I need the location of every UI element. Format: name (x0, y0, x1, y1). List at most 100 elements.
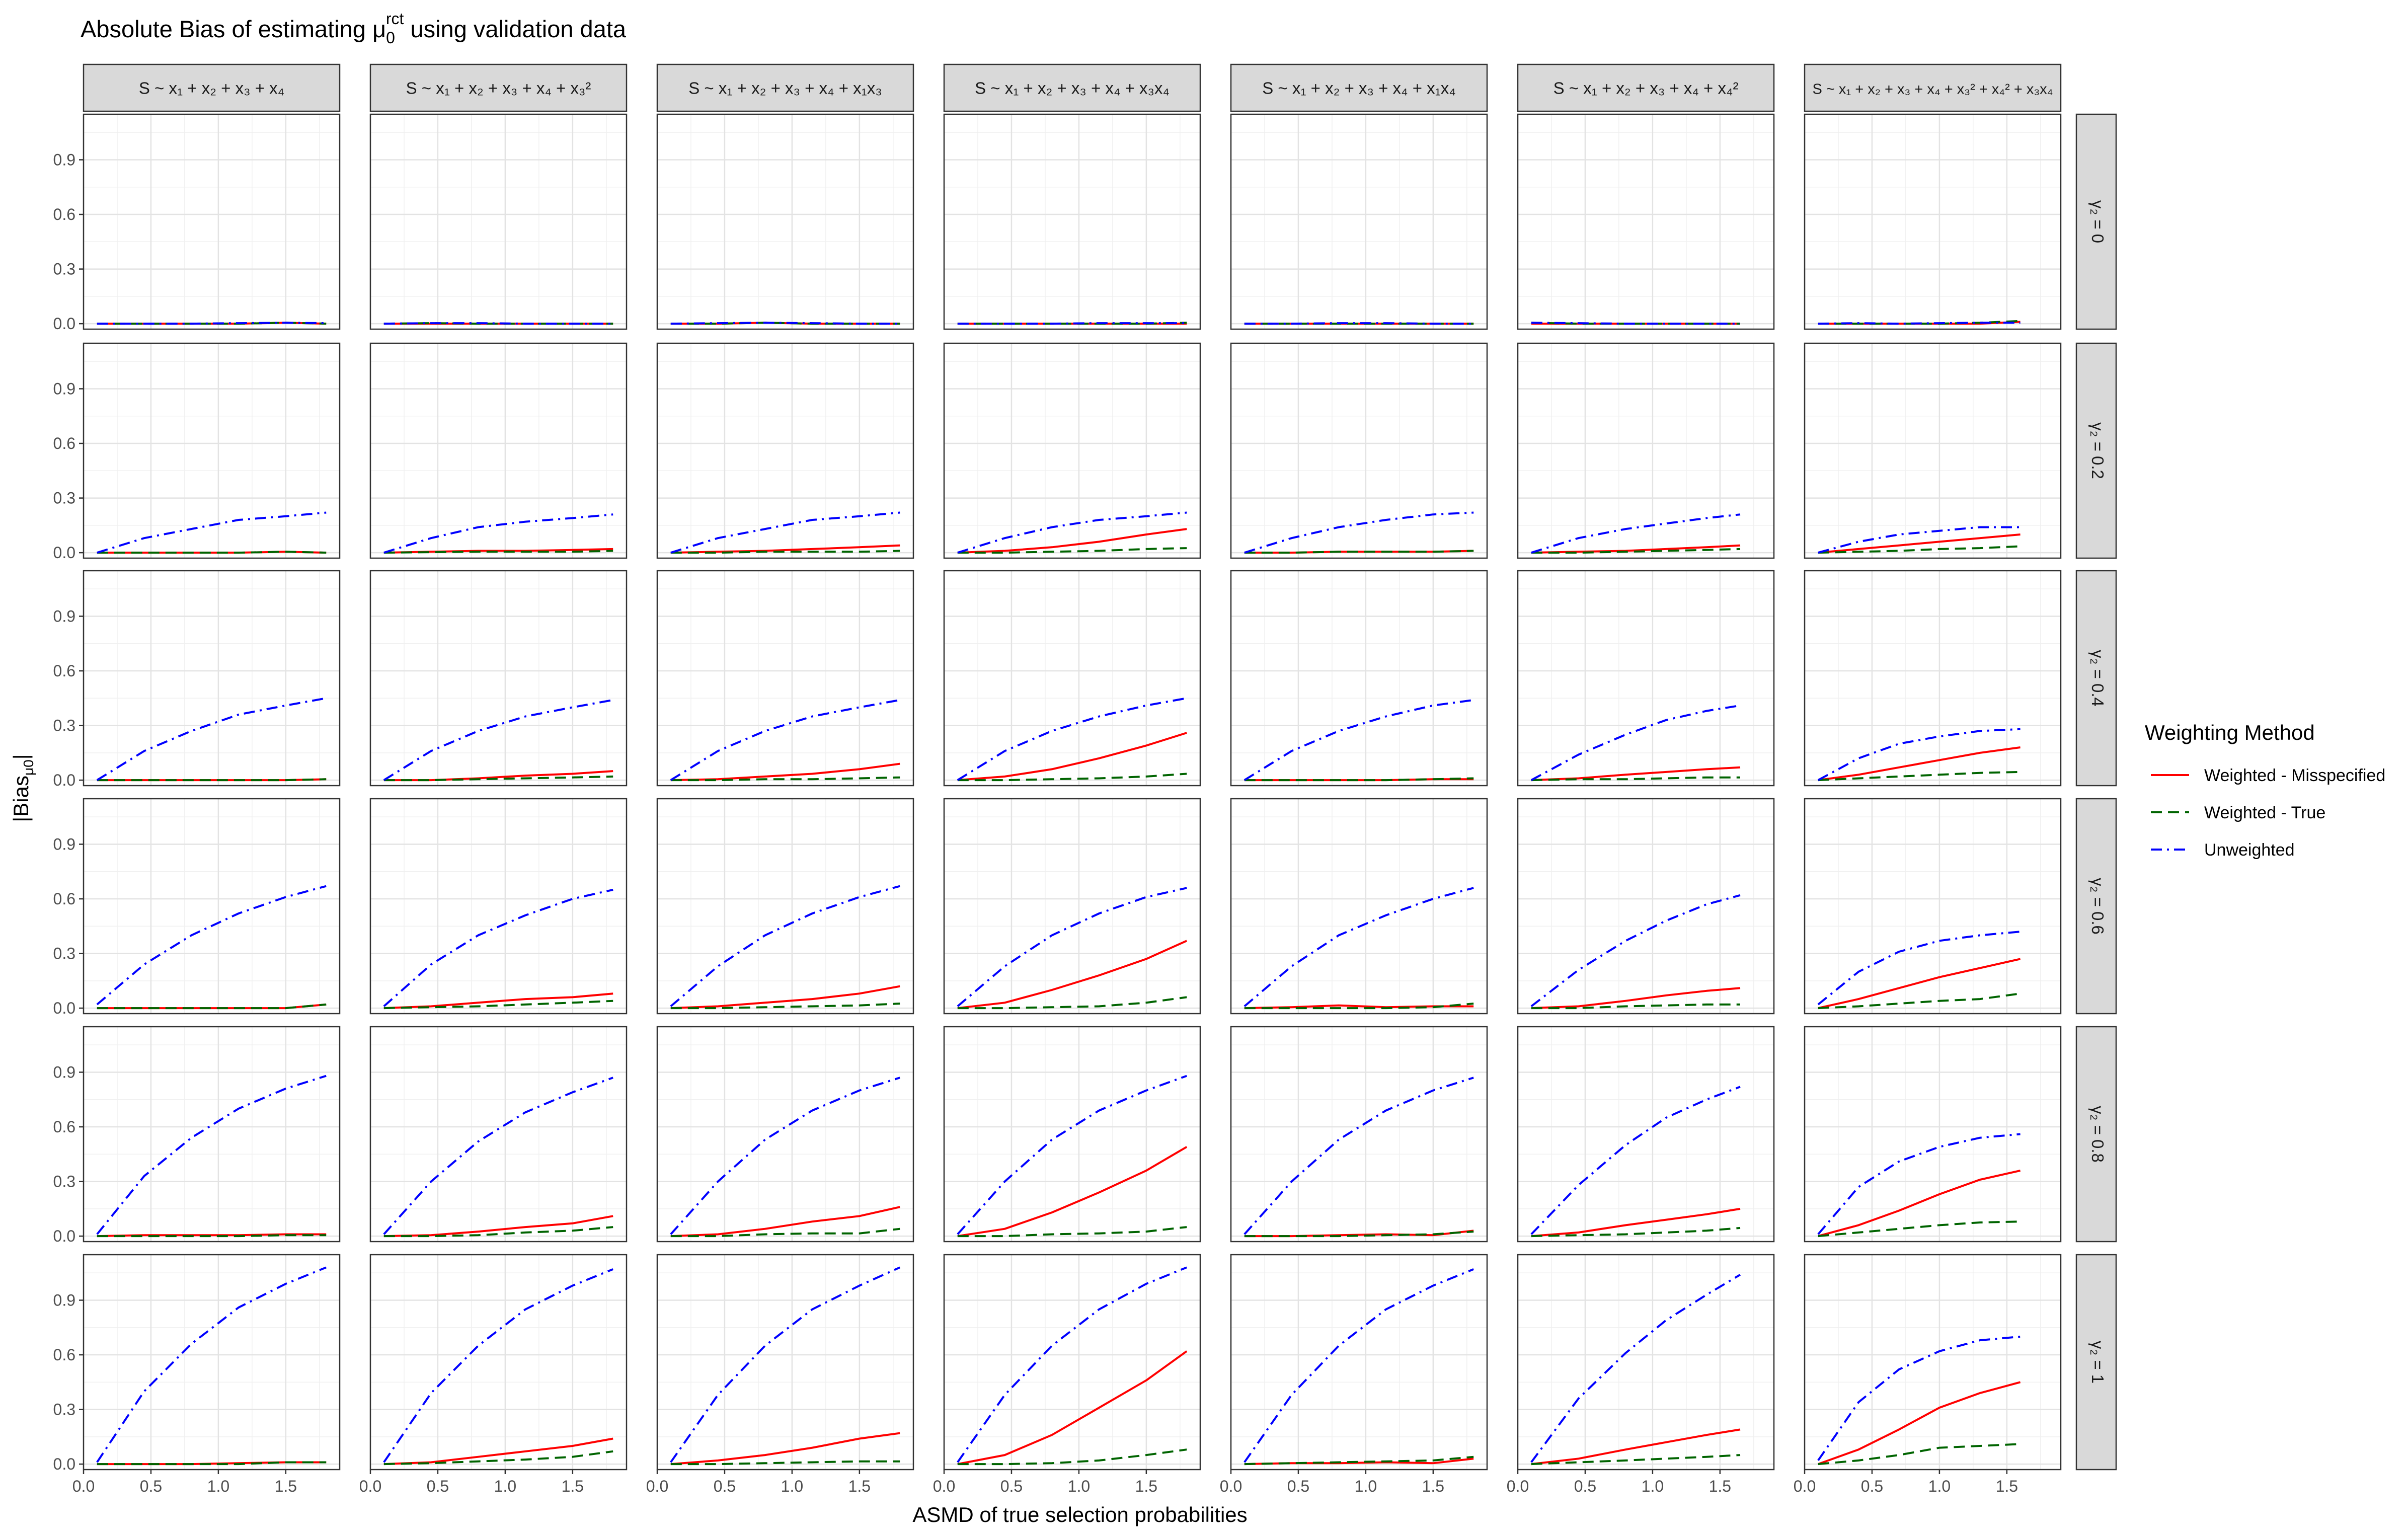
series-line-unweighted (1818, 322, 2021, 325)
legend-entries: Weighted - Misspecified Weighted - True Un… (2151, 766, 2385, 860)
panel-background (84, 799, 340, 1014)
x-tick-label: 0.5 (427, 1477, 449, 1495)
legend-entry-2: Weighted - True (2151, 803, 2325, 822)
y-tick-label: 0.9 (53, 150, 75, 169)
panel-background (1231, 1255, 1487, 1470)
panel-r4-c1: 0.0 0.3 0.6 0.9 (53, 798, 341, 1017)
x-tick-label: 0.5 (1861, 1477, 1883, 1495)
panel-background (370, 571, 627, 786)
legend-title: Weighting Method (2145, 721, 2315, 744)
legend: Weighting Method Weighted - Misspecified… (2145, 721, 2385, 860)
panel-background (1231, 114, 1487, 329)
panel-background (944, 343, 1200, 558)
panel-r1-c5 (1230, 113, 1488, 330)
panel-r1-c7 (1804, 113, 2062, 330)
panel-background (1518, 114, 1774, 329)
chart-canvas: Absolute Bias of estimating μ0rct using … (9, 10, 2385, 1526)
row-strip-label: γ₂ = 0.6 (2088, 878, 2107, 935)
panel-background (84, 114, 340, 329)
panel-r6-c4: 0.0 0.5 1.0 1.5 (933, 1254, 1201, 1495)
panel-background (370, 343, 627, 558)
x-tick-label: 0.5 (140, 1477, 162, 1495)
row-strip-1: γ₂ = 0 (2075, 113, 2117, 330)
y-axis-title: |Biasμ0| (9, 754, 36, 822)
x-tick-label: 1.5 (1709, 1477, 1731, 1495)
row-strip-6: γ₂ = 1 (2075, 1254, 2117, 1471)
column-strip-label: S ~ x₁ + x₂ + x₃ + x₄ + x₃x₄ (975, 79, 1170, 98)
y-tick-label: 0.6 (53, 890, 75, 908)
x-tick-label: 0.0 (1507, 1477, 1529, 1495)
column-strip-label: S ~ x₁ + x₂ + x₃ + x₄ + x₁x₄ (1262, 79, 1456, 98)
panel-background (1805, 571, 2061, 786)
column-strip-5: S ~ x₁ + x₂ + x₃ + x₄ + x₁x₄ (1230, 63, 1488, 112)
panel-r1-c4 (943, 113, 1201, 330)
y-axis-title-pre: |Bias (9, 776, 33, 822)
panel-background (944, 571, 1200, 786)
panel-r1-c3 (656, 113, 914, 330)
y-tick-label: 0.3 (53, 489, 75, 507)
x-tick-label: 0.0 (1220, 1477, 1242, 1495)
panel-background (944, 114, 1200, 329)
x-tick-label: 1.5 (275, 1477, 297, 1495)
panel-r4-c3 (656, 798, 914, 1015)
panel-r6-c1: 0.0 0.3 0.6 0.9 0.0 0.5 1.0 1.5 (53, 1254, 341, 1495)
y-axis-title-sub: μ0 (21, 759, 36, 776)
legend-entry-3: Unweighted (2151, 840, 2295, 860)
panel-background (1805, 114, 2061, 329)
x-tick-label: 0.5 (1287, 1477, 1309, 1495)
panel-background (944, 1027, 1200, 1242)
panel-r3-c3 (656, 570, 914, 787)
y-tick-label: 0.6 (53, 205, 75, 223)
panel-r4-c2 (369, 798, 628, 1015)
panel-r6-c2: 0.0 0.5 1.0 1.5 (359, 1254, 628, 1495)
row-strip-2: γ₂ = 0.2 (2075, 342, 2117, 559)
panel-r4-c6 (1517, 798, 1775, 1015)
panel-background (1805, 1027, 2061, 1242)
row-strip-label: γ₂ = 0.2 (2088, 422, 2107, 479)
column-strip-1: S ~ x₁ + x₂ + x₃ + x₄ (83, 63, 341, 112)
panel-r3-c1: 0.0 0.3 0.6 0.9 (53, 570, 341, 789)
panel-background (84, 571, 340, 786)
panel-r3-c2 (369, 570, 628, 787)
y-tick-label: 0.6 (53, 1346, 75, 1364)
y-tick-label: 0.6 (53, 1118, 75, 1136)
y-tick-label: 0.9 (53, 607, 75, 625)
x-tick-label: 1.5 (1996, 1477, 2018, 1495)
panel-r2-c5 (1230, 342, 1488, 559)
y-tick-label: 0.9 (53, 835, 75, 853)
x-tick-label: 1.0 (781, 1477, 803, 1495)
y-tick-label: 0.9 (53, 379, 75, 398)
y-tick-label: 0.0 (53, 771, 75, 789)
x-tick-label: 1.5 (848, 1477, 871, 1495)
panel-r5-c1: 0.0 0.3 0.6 0.9 (53, 1026, 341, 1245)
column-strip-label: S ~ x₁ + x₂ + x₃ + x₄ (139, 79, 284, 98)
panel-r1-c1: 0.0 0.3 0.6 0.9 (53, 113, 341, 333)
x-tick-label: 0.0 (646, 1477, 668, 1495)
y-tick-label: 0.3 (53, 260, 75, 278)
y-tick-label: 0.0 (53, 544, 75, 562)
panel-background (1231, 799, 1487, 1014)
panel-r4-c7 (1804, 798, 2062, 1015)
column-strip-label: S ~ x₁ + x₂ + x₃ + x₄ + x₃² + x₄² + x₃x₄ (1813, 82, 2053, 98)
panel-background (1805, 343, 2061, 558)
x-tick-label: 1.0 (494, 1477, 516, 1495)
panel-background (1231, 343, 1487, 558)
panel-r3-c4 (943, 570, 1201, 787)
column-strip-6: S ~ x₁ + x₂ + x₃ + x₄ + x₄² (1517, 63, 1775, 112)
row-strip-4: γ₂ = 0.6 (2075, 798, 2117, 1015)
panel-r2-c2 (369, 342, 628, 559)
y-tick-label: 0.3 (53, 717, 75, 735)
panel-r5-c6 (1517, 1026, 1775, 1243)
panel-background (1518, 799, 1774, 1014)
x-tick-label: 1.0 (1355, 1477, 1377, 1495)
legend-label: Unweighted (2204, 840, 2295, 860)
column-strip-4: S ~ x₁ + x₂ + x₃ + x₄ + x₃x₄ (943, 63, 1201, 112)
y-axis-title-post: | (9, 754, 33, 759)
x-tick-label: 0.5 (714, 1477, 736, 1495)
x-tick-label: 1.0 (207, 1477, 229, 1495)
y-tick-label: 0.6 (53, 434, 75, 452)
chart-title-sub: 0 (386, 29, 395, 47)
panel-r5-c3 (656, 1026, 914, 1243)
x-tick-label: 0.0 (359, 1477, 381, 1495)
legend-label: Weighted - Misspecified (2204, 766, 2385, 785)
